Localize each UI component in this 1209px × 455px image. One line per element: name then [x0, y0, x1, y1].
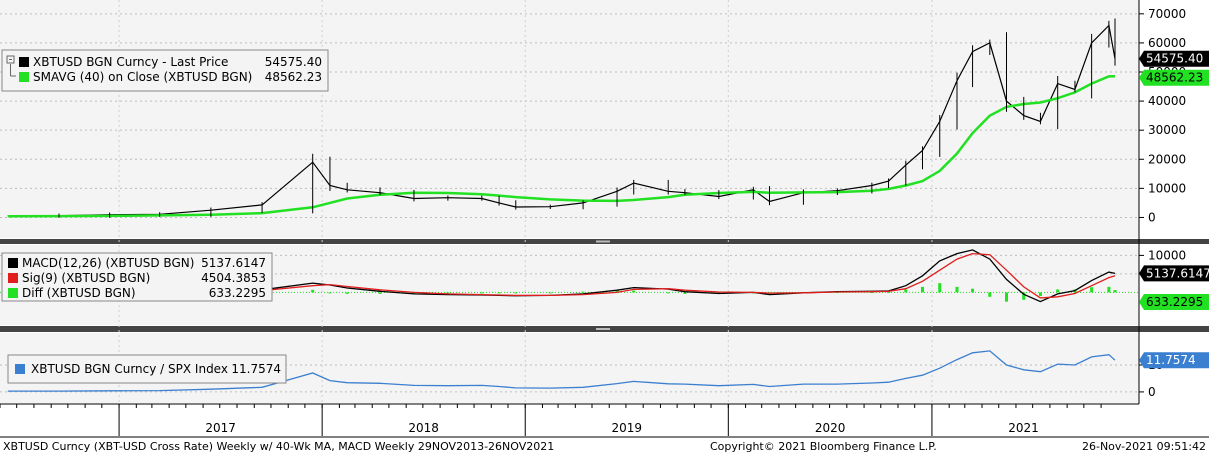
x-year-label: 2019: [611, 421, 642, 435]
price-legend-value: 54575.40: [265, 55, 322, 69]
ratio-swatch: [15, 364, 25, 374]
chart-root: 7000060000500004000030000200001000001000…: [0, 0, 1209, 455]
footer-description: XBTUSD Curncy (XBT-USD Cross Rate) Weekl…: [3, 440, 554, 453]
ratio-legend-value: 11.7574: [231, 362, 281, 376]
diff-swatch: [8, 288, 18, 298]
ratio-last-label: 11.7574: [1146, 353, 1196, 367]
diff-bar: [514, 292, 518, 294]
sma-swatch: [19, 72, 29, 82]
y-tick-label: 20000: [1148, 152, 1186, 166]
diff-bar: [378, 292, 382, 294]
x-year-label: 2018: [408, 421, 439, 435]
x-year-label: 2020: [815, 421, 846, 435]
y-tick-label: 0: [1148, 210, 1156, 224]
diff-bar: [938, 283, 942, 293]
y-tick-label: 10000: [1148, 248, 1186, 262]
x-year-labels: 2017 2018 2019 2020 2021: [0, 404, 1209, 438]
y-tick-label: 70000: [1148, 7, 1186, 21]
diff-bar: [683, 292, 687, 294]
diff-bar: [1107, 286, 1111, 293]
diff-bar: [904, 289, 908, 293]
y-tick-label: 0: [1148, 385, 1156, 399]
divider-grip-2[interactable]: [596, 328, 610, 330]
diff-bar: [548, 292, 552, 294]
sma-legend-value: 48562.23: [265, 70, 322, 84]
price-panel-bg: [0, 0, 1139, 238]
footer-copyright: Copyright© 2021 Bloomberg Finance L.P.: [710, 440, 937, 453]
diff-bar: [666, 292, 670, 294]
price-legend[interactable]: XBTUSD BGN Curncy - Last Price 54575.40 …: [1, 49, 329, 92]
diff-bar: [1038, 292, 1042, 297]
diff-bar: [955, 286, 959, 293]
diff-bar: [971, 288, 975, 293]
y-tick-label: 60000: [1148, 36, 1186, 50]
macd-legend-label: MACD(12,26) (XBTUSD BGN): [22, 256, 194, 270]
ratio-legend[interactable]: XBTUSD BGN Curncy / SPX Index 11.7574: [7, 354, 287, 384]
diff-bar: [497, 292, 501, 294]
macd-legend[interactable]: MACD(12,26) (XBTUSD BGN) 5137.6147 Sig(9…: [1, 252, 273, 302]
chart-canvas: 7000060000500004000030000200001000001000…: [0, 0, 1209, 453]
diff-bar: [480, 292, 484, 294]
footer-timestamp: 26-Nov-2021 09:51:42: [1082, 440, 1206, 453]
diff-legend-value: 633.2295: [209, 286, 266, 300]
diff-bar: [988, 292, 992, 297]
diff-bar: [328, 292, 332, 294]
diff-bar: [311, 289, 315, 293]
diff-bar: [1090, 287, 1094, 293]
price-swatch: [19, 57, 29, 67]
diff-legend-label: Diff (XBTUSD BGN): [22, 286, 136, 300]
sma-legend-label: SMAVG (40) on Close (XBTUSD BGN): [33, 70, 252, 84]
macd-swatch: [8, 258, 18, 268]
diff-bar: [345, 292, 349, 294]
y-tick-label: 10000: [1148, 181, 1186, 195]
sma-last-label: 48562.23: [1146, 71, 1203, 85]
diff-last-label: 633.2295: [1146, 295, 1203, 309]
diff-bar: [581, 291, 585, 293]
diff-bar: [1005, 292, 1009, 302]
ratio-legend-label: XBTUSD BGN Curncy / SPX Index: [31, 362, 228, 376]
macd-legend-value: 5137.6147: [201, 256, 266, 270]
signal-legend-label: Sig(9) (XBTUSD BGN): [22, 271, 150, 285]
y-tick-label: 40000: [1148, 94, 1186, 108]
price-last-label: 54575.40: [1146, 52, 1203, 66]
diff-bar: [920, 286, 924, 293]
diff-bar: [1113, 290, 1117, 293]
signal-legend-value: 4504.3853: [201, 271, 266, 285]
diff-bar: [632, 290, 636, 293]
signal-swatch: [8, 273, 18, 283]
macd-last-label: 5137.6147: [1146, 266, 1209, 280]
diff-bar: [1056, 289, 1060, 293]
divider-grip-1[interactable]: [596, 240, 610, 243]
y-tick-label: 30000: [1148, 123, 1186, 137]
price-legend-label: XBTUSD BGN Curncy - Last Price: [33, 55, 228, 69]
diff-bar: [887, 292, 891, 294]
x-year-label: 2021: [1008, 421, 1039, 435]
x-year-label: 2017: [205, 421, 236, 435]
